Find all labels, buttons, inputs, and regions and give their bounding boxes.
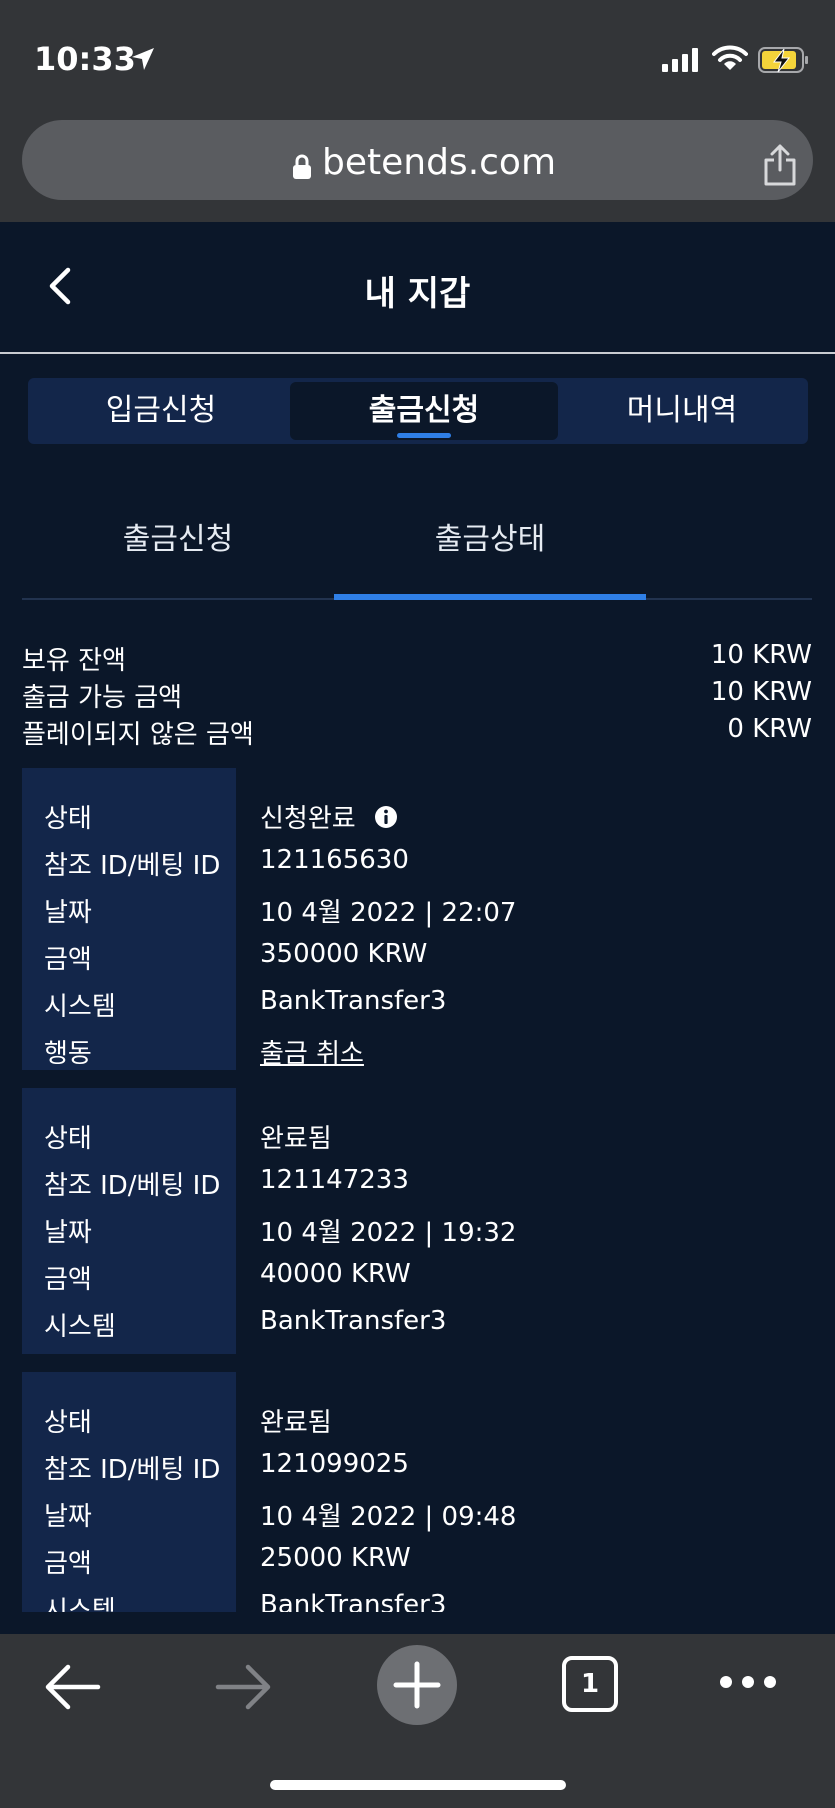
withdraw-sub-tabs: 출금신청 출금상태 xyxy=(22,484,812,600)
withdrawable-label: 출금 가능 금액 xyxy=(22,683,183,713)
ref-id-row: 참조 ID/베팅 ID 121099025 xyxy=(22,1449,812,1485)
balance-label: 보유 잔액 xyxy=(22,646,126,676)
location-arrow-icon xyxy=(132,48,154,70)
back-arrow-icon[interactable] xyxy=(42,1662,102,1712)
address-bar[interactable]: betends.com xyxy=(22,120,813,200)
status-label: 상태 xyxy=(44,1124,92,1154)
url-text: betends.com xyxy=(322,142,557,183)
system-row: 시스템 BankTransfer3 xyxy=(22,1590,812,1612)
status-label: 상태 xyxy=(44,804,92,834)
balance-value: 10 KRW xyxy=(710,640,812,670)
browser-url-row: betends.com xyxy=(0,110,835,222)
status-row: 상태 완료됨 xyxy=(22,1402,812,1438)
ref-id-value: 121099025 xyxy=(260,1449,409,1479)
date-value: 10 4월 2022 | 19:32 xyxy=(260,1218,517,1248)
ref-id-label: 참조 ID/베팅 ID xyxy=(44,1171,221,1201)
page-title: 내 지갑 xyxy=(364,274,471,314)
tab-count: 1 xyxy=(580,1669,600,1699)
transaction-card: 상태 완료됨 참조 ID/베팅 ID 121147233 날짜 10 4월 20… xyxy=(22,1088,812,1354)
wifi-icon xyxy=(712,45,748,70)
withdrawable-row: 출금 가능 금액 10 KRW xyxy=(22,677,812,713)
tab-money-history[interactable]: 머니내역 xyxy=(564,382,800,440)
withdrawable-value: 10 KRW xyxy=(710,677,812,707)
system-label: 시스템 xyxy=(44,1596,116,1612)
tab-deposit[interactable]: 입금신청 xyxy=(36,382,286,440)
lock-icon xyxy=(293,154,311,179)
transaction-card: 상태 완료됨 참조 ID/베팅 ID 121099025 날짜 10 4월 20… xyxy=(22,1372,812,1612)
subtab-active-indicator xyxy=(334,594,646,600)
forward-arrow-icon[interactable] xyxy=(214,1662,274,1712)
browser-toolbar: 1 xyxy=(0,1634,835,1808)
date-row: 날짜 10 4월 2022 | 19:32 xyxy=(22,1212,812,1248)
tab-switcher-button[interactable]: 1 xyxy=(562,1656,618,1712)
date-label: 날짜 xyxy=(44,1218,92,1248)
ref-id-value: 121147233 xyxy=(260,1165,409,1195)
amount-value: 25000 KRW xyxy=(260,1543,411,1573)
status-value: 완료됨 xyxy=(260,1124,332,1154)
cancel-withdrawal-link[interactable]: 출금 취소 xyxy=(260,1033,364,1070)
amount-value: 40000 KRW xyxy=(260,1259,411,1289)
amount-label: 금액 xyxy=(44,945,92,975)
ref-id-row: 참조 ID/베팅 ID 121147233 xyxy=(22,1165,812,1201)
status-bar: 10:33 xyxy=(0,0,835,110)
subtab-withdraw-status[interactable]: 출금상태 xyxy=(334,514,646,558)
action-row: 행동 출금 취소 xyxy=(22,1033,812,1069)
home-indicator xyxy=(270,1780,566,1790)
amount-row: 금액 350000 KRW xyxy=(22,939,812,975)
ref-id-value: 121165630 xyxy=(260,845,409,875)
action-label: 행동 xyxy=(44,1039,92,1069)
amount-label: 금액 xyxy=(44,1265,92,1295)
amount-row: 금액 40000 KRW xyxy=(22,1259,812,1295)
system-row: 시스템 BankTransfer3 xyxy=(22,1306,812,1342)
new-tab-plus-icon[interactable] xyxy=(376,1644,458,1726)
balance-row: 보유 잔액 10 KRW xyxy=(22,640,812,676)
share-icon[interactable] xyxy=(762,144,798,186)
date-value: 10 4월 2022 | 22:07 xyxy=(260,898,517,928)
amount-value: 350000 KRW xyxy=(260,939,428,969)
system-row: 시스템 BankTransfer3 xyxy=(22,986,812,1022)
date-label: 날짜 xyxy=(44,1502,92,1532)
subtab-withdraw-request[interactable]: 출금신청 xyxy=(22,514,334,558)
status-value: 신청완료 xyxy=(260,798,398,835)
date-row: 날짜 10 4월 2022 | 22:07 xyxy=(22,892,812,928)
system-value: BankTransfer3 xyxy=(260,986,447,1016)
system-label: 시스템 xyxy=(44,1312,116,1342)
date-value: 10 4월 2022 | 09:48 xyxy=(260,1502,517,1532)
system-value: BankTransfer3 xyxy=(260,1590,447,1612)
active-tab-indicator xyxy=(397,433,451,438)
transaction-card: 상태 신청완료 참조 ID/베팅 ID 121165630 날짜 10 4월 2… xyxy=(22,768,812,1070)
more-options-icon[interactable] xyxy=(716,1670,780,1694)
info-icon[interactable] xyxy=(374,805,398,829)
date-label: 날짜 xyxy=(44,898,92,928)
battery-charging-icon xyxy=(758,47,808,73)
status-time: 10:33 xyxy=(34,40,136,78)
status-row: 상태 완료됨 xyxy=(22,1118,812,1154)
status-value: 완료됨 xyxy=(260,1408,332,1438)
date-row: 날짜 10 4월 2022 | 09:48 xyxy=(22,1496,812,1532)
unplayed-label: 플레이되지 않은 금액 xyxy=(22,720,254,750)
ref-id-row: 참조 ID/베팅 ID 121165630 xyxy=(22,845,812,881)
unplayed-value: 0 KRW xyxy=(727,714,812,744)
status-text: 신청완료 xyxy=(260,804,356,834)
system-label: 시스템 xyxy=(44,992,116,1022)
amount-row: 금액 25000 KRW xyxy=(22,1543,812,1579)
system-value: BankTransfer3 xyxy=(260,1306,447,1336)
app-header: 내 지갑 xyxy=(0,222,835,354)
status-row: 상태 신청완료 xyxy=(22,798,812,834)
tab-withdraw-label: 출금신청 xyxy=(368,393,480,428)
wallet-tabs: 입금신청 출금신청 머니내역 xyxy=(28,378,808,444)
status-label: 상태 xyxy=(44,1408,92,1438)
unplayed-row: 플레이되지 않은 금액 0 KRW xyxy=(22,714,812,750)
cellular-signal-icon xyxy=(662,48,698,72)
amount-label: 금액 xyxy=(44,1549,92,1579)
tab-withdraw[interactable]: 출금신청 xyxy=(290,382,558,440)
ref-id-label: 참조 ID/베팅 ID xyxy=(44,1455,221,1485)
ref-id-label: 참조 ID/베팅 ID xyxy=(44,851,221,881)
